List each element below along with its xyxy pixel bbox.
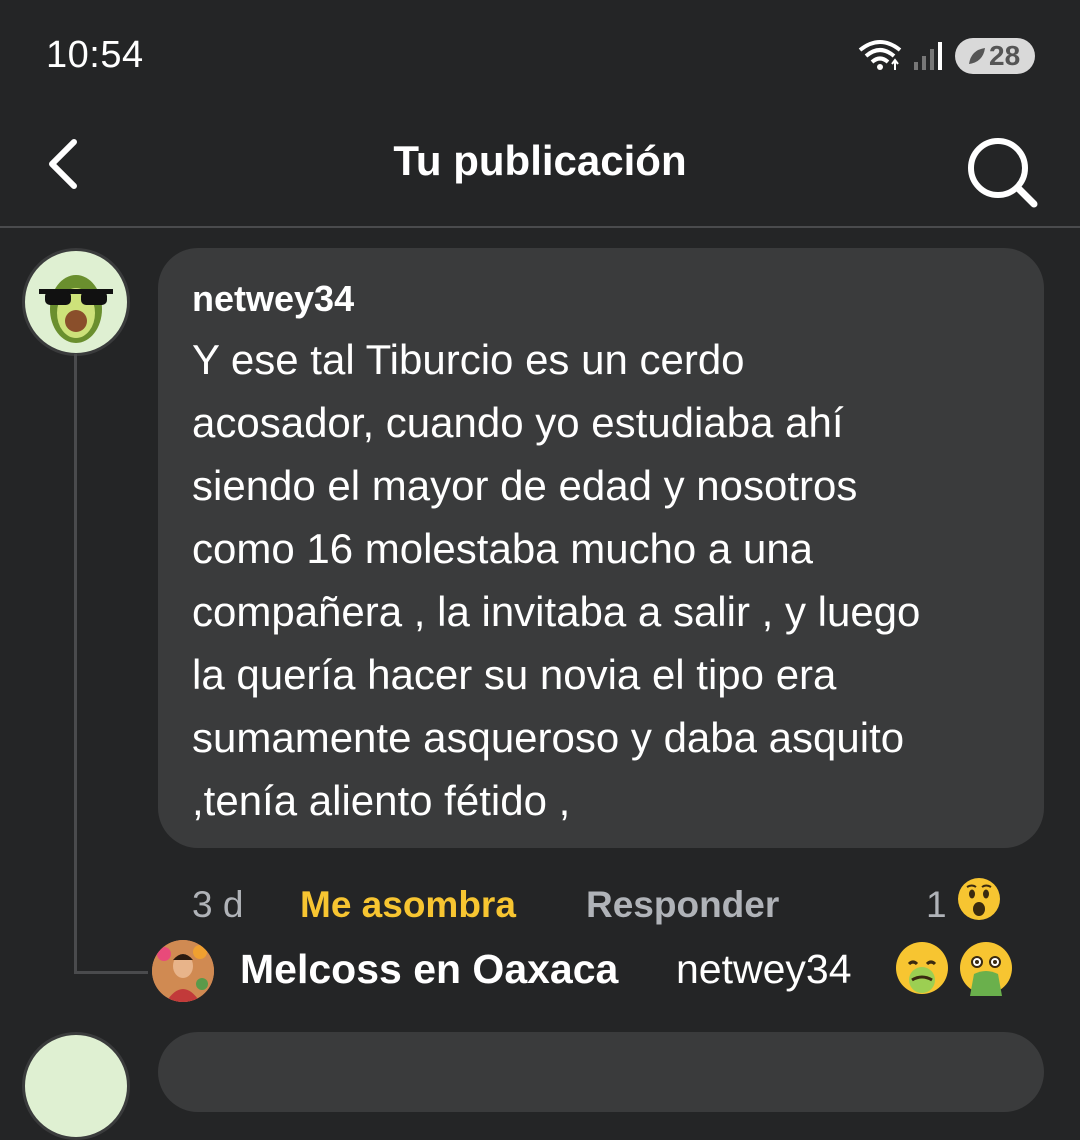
portrait-avatar-icon [152, 940, 214, 1002]
status-time: 10:54 [46, 34, 144, 76]
top-bar: Tu publicación [0, 110, 1080, 228]
reply-mention: netwey34 [676, 946, 852, 992]
reply-author[interactable]: Melcoss en Oaxaca [240, 946, 618, 993]
wow-emoji-icon[interactable] [956, 876, 1002, 922]
comment-actions: 3 d Me asombra Responder 1 [0, 876, 1080, 936]
power-saving-icon [969, 48, 985, 64]
nauseated-face-emoji-icon [896, 942, 948, 994]
reply-preview[interactable]: Melcoss en Oaxaca netwey34 [0, 938, 1080, 1008]
battery-indicator: 28 [955, 38, 1035, 74]
comment-author[interactable]: netwey34 [192, 278, 354, 320]
search-icon[interactable] [962, 132, 1042, 212]
avocado-sunglasses-icon [39, 275, 113, 343]
page-title: Tu publicación [393, 137, 687, 184]
signal-icon [914, 42, 942, 70]
reply-avatar[interactable] [152, 940, 214, 1002]
reaction-button[interactable]: Me asombra [300, 884, 516, 926]
status-bar: 10:54 28 [0, 0, 1080, 110]
comment-bubble[interactable]: netwey34 Y ese tal Tiburcio es un cerdo … [158, 248, 1044, 848]
reply-button[interactable]: Responder [586, 884, 779, 926]
comment-time: 3 d [192, 884, 244, 925]
reaction-count[interactable]: 1 [926, 884, 947, 926]
wifi-icon [858, 40, 902, 70]
comment-text: Y ese tal Tiburcio es un cerdo acosador,… [192, 336, 921, 824]
next-comment-avatar[interactable] [22, 1032, 130, 1140]
battery-percent: 28 [989, 40, 1021, 71]
vomiting-face-emoji-icon [960, 942, 1012, 996]
next-comment-bubble[interactable] [158, 1032, 1044, 1112]
avatar[interactable] [22, 248, 130, 356]
